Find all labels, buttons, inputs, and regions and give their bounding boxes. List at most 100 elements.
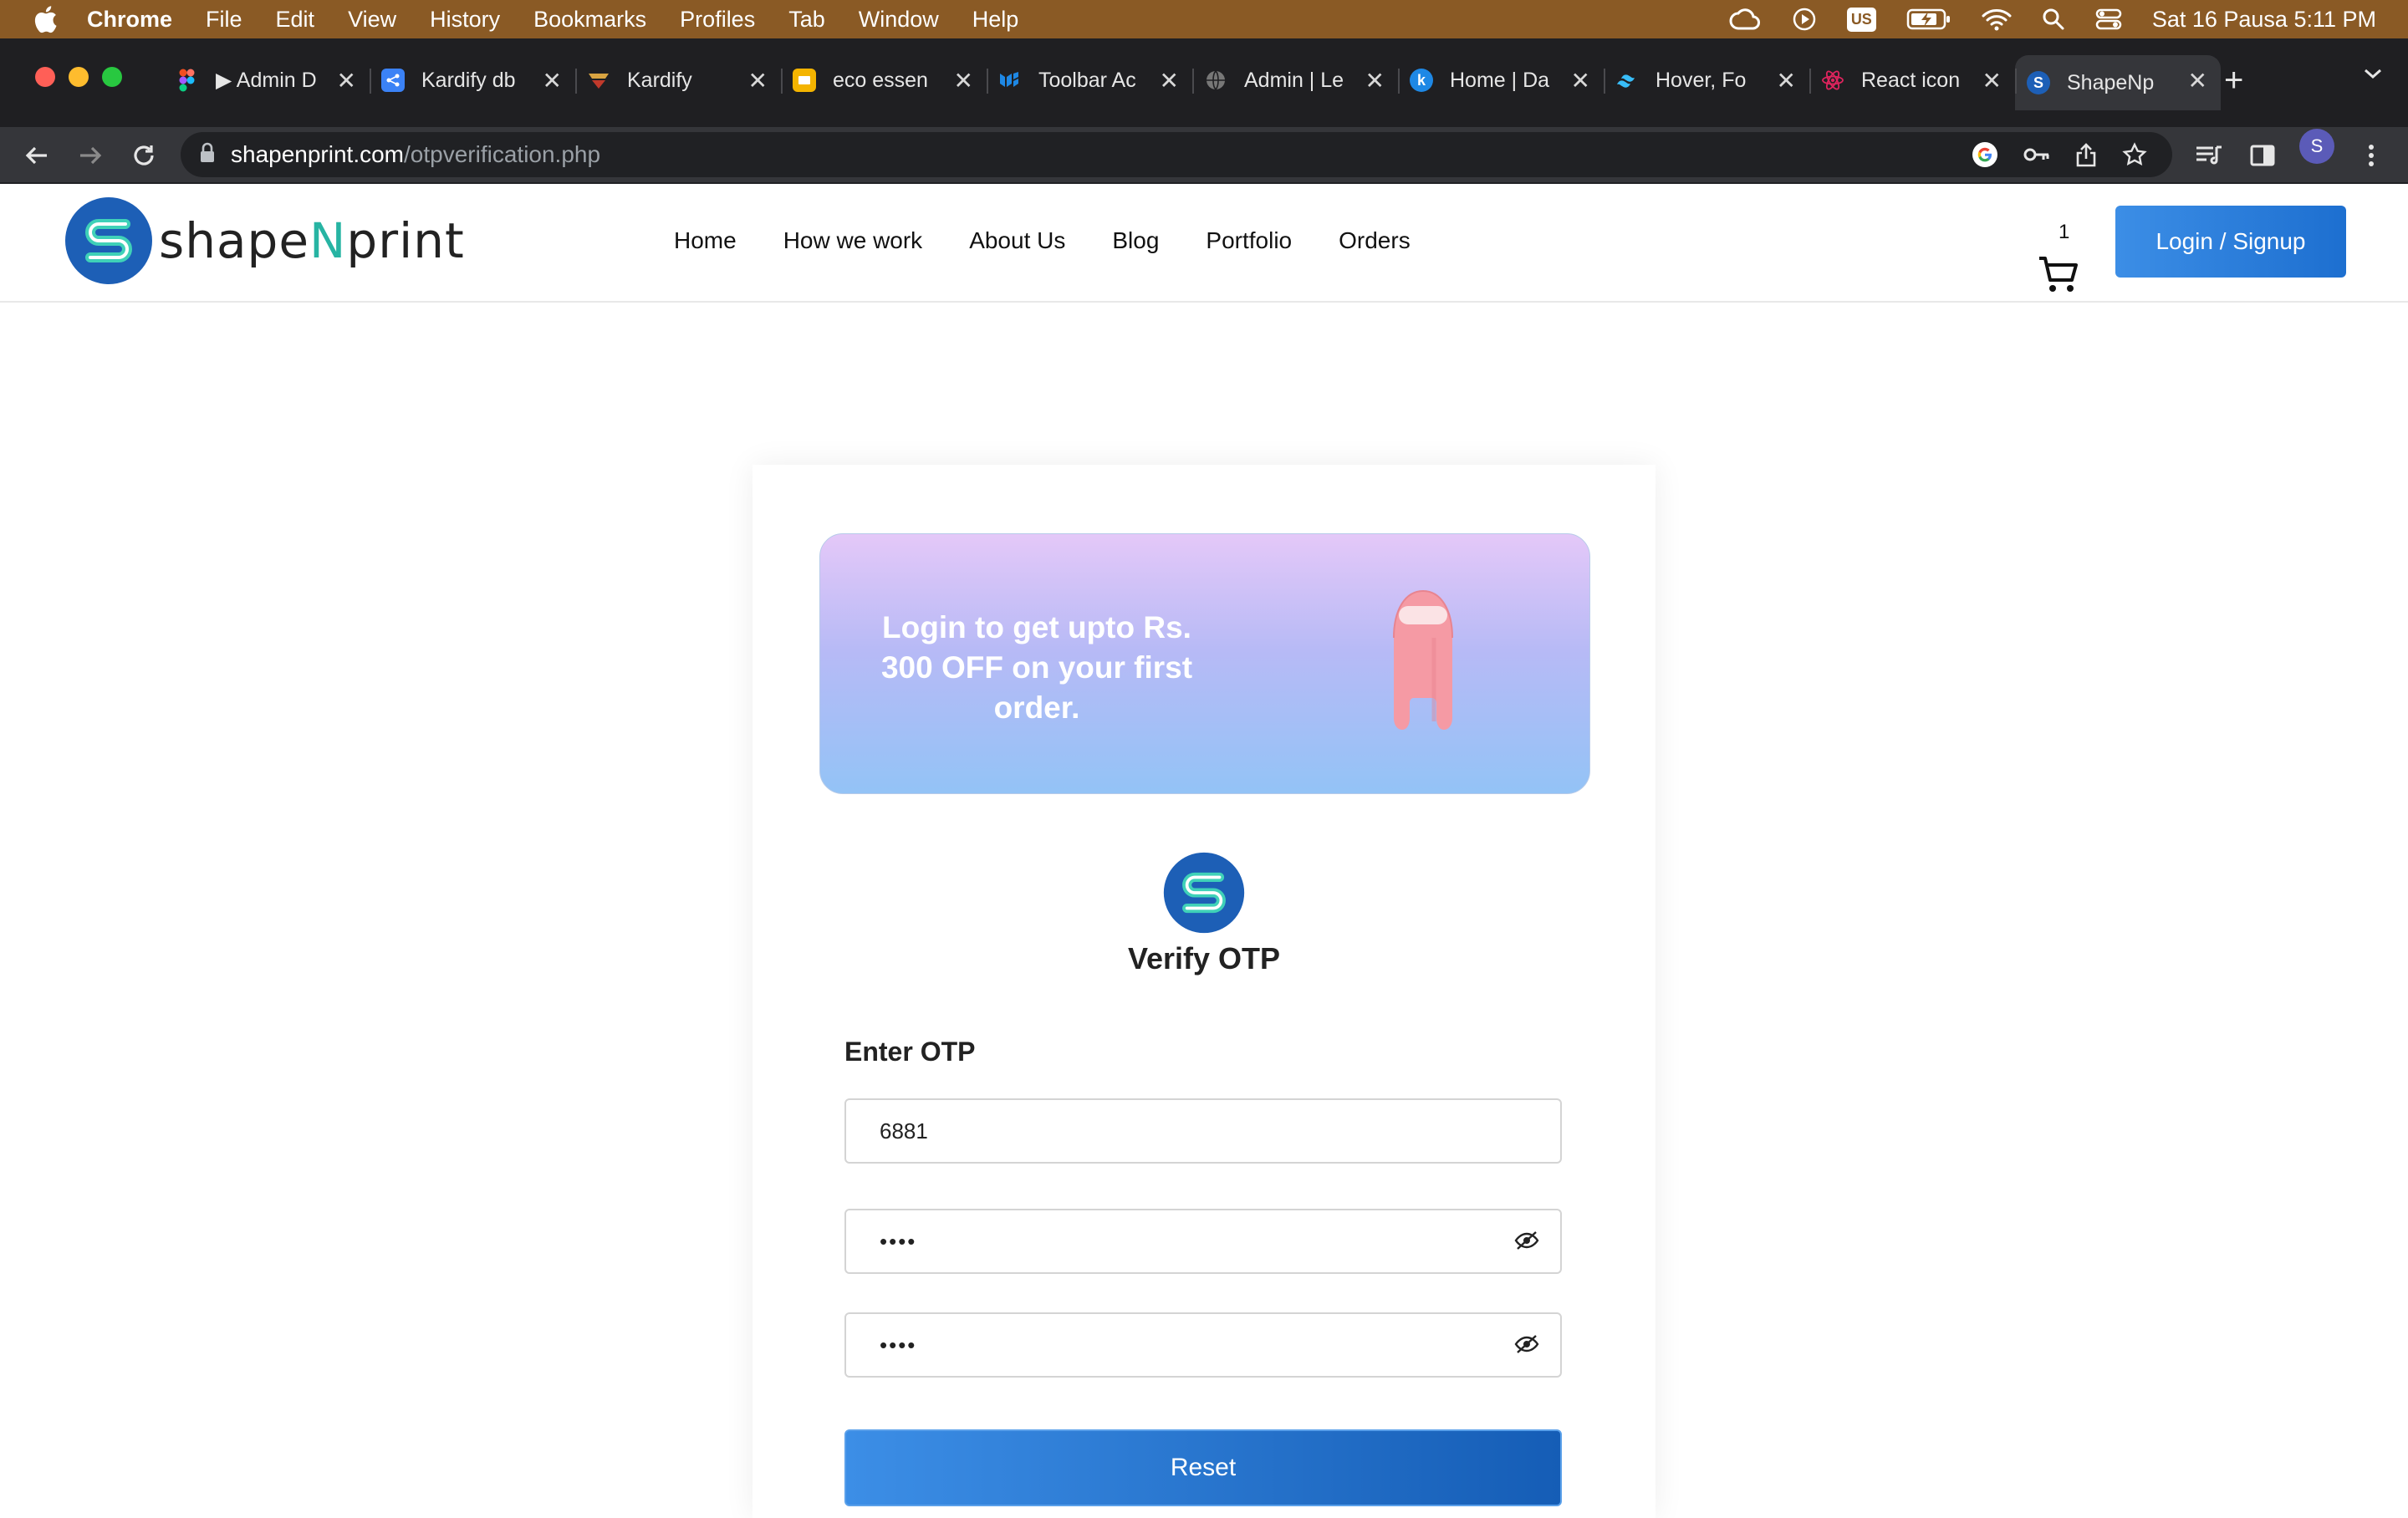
url-path: /otpverification.php [404, 141, 601, 167]
menu-window[interactable]: Window [859, 7, 939, 33]
cart-button[interactable]: 1 [2037, 204, 2087, 292]
reset-button[interactable]: Reset [844, 1429, 1562, 1506]
profile-avatar[interactable]: S [2299, 129, 2334, 164]
tab-react-icons[interactable]: React icon ✕ [1809, 55, 2015, 105]
tab-toolbar-actions[interactable]: Toolbar Ac ✕ [987, 55, 1192, 105]
close-icon[interactable]: ✕ [337, 67, 356, 94]
reading-list-icon[interactable] [2192, 139, 2226, 172]
tab-title: Home | Da [1450, 68, 1550, 92]
battery-icon[interactable] [1906, 8, 1951, 30]
more-menu-icon[interactable] [2354, 139, 2388, 172]
k-icon: k [1410, 69, 1433, 92]
otp-card: Login to get upto Rs. 300 OFF on your fi… [752, 465, 1656, 1518]
input-source-icon[interactable]: US [1846, 7, 1876, 32]
share-icon[interactable] [2075, 142, 2097, 167]
creative-cloud-icon[interactable] [1728, 7, 1762, 32]
new-password-input[interactable] [844, 1209, 1562, 1274]
tab-kardify-db[interactable]: Kardify db ✕ [370, 55, 575, 105]
otp-input[interactable] [844, 1098, 1562, 1164]
play-circle-icon[interactable] [1792, 7, 1817, 32]
tab-shapenprint[interactable]: S ShapeNpri ✕ [2015, 55, 2221, 110]
tab-title: React icon [1861, 68, 1961, 92]
tab-title: Toolbar Ac [1038, 68, 1136, 92]
menubar-clock[interactable]: Sat 16 Pausa 5:11 PM [2152, 7, 2376, 33]
new-tab-icon[interactable]: + [2224, 62, 2243, 99]
back-arrow-icon[interactable] [20, 139, 54, 172]
tab-kardify[interactable]: Kardify ✕ [575, 55, 781, 105]
url-text[interactable]: shapenprint.com/otpverification.php [231, 141, 600, 168]
close-icon[interactable]: ✕ [1365, 67, 1385, 94]
reload-icon[interactable] [127, 139, 161, 172]
nav-how-we-work[interactable]: How we work [783, 227, 922, 254]
nav-blog[interactable]: Blog [1112, 227, 1159, 254]
tailwind-icon [1615, 69, 1639, 92]
control-center-icon[interactable] [2095, 8, 2122, 31]
tab-title: Hover, Fo [1656, 68, 1747, 92]
window-close-button[interactable] [35, 67, 55, 87]
close-icon[interactable]: ✕ [543, 67, 562, 94]
wifi-icon[interactable] [1982, 8, 2012, 31]
logo-text-print: print [346, 212, 465, 269]
bookmark-star-icon[interactable] [2122, 142, 2147, 167]
menu-history[interactable]: History [430, 7, 500, 33]
forward-arrow-icon[interactable] [74, 139, 107, 172]
tab-admin-dashboard[interactable]: ▶ Admin D ✕ [164, 55, 370, 105]
close-icon[interactable]: ✕ [1982, 67, 2002, 94]
key-icon[interactable] [2023, 146, 2050, 163]
browser-toolbar: shapenprint.com/otpverification.php [0, 127, 2408, 184]
menu-help[interactable]: Help [972, 7, 1019, 33]
close-icon[interactable]: ✕ [1777, 67, 1796, 94]
apple-icon[interactable] [28, 3, 62, 36]
close-icon[interactable]: ✕ [2188, 67, 2207, 94]
menu-view[interactable]: View [348, 7, 396, 33]
tab-admin-le[interactable]: Admin | Le ✕ [1192, 55, 1398, 105]
nav-about-us[interactable]: About Us [969, 227, 1065, 254]
menu-edit[interactable]: Edit [276, 7, 315, 33]
share-icon [381, 69, 405, 92]
tab-title: ▶ Admin D [216, 69, 316, 92]
logo-text-shape: shape [159, 212, 310, 269]
menu-app-name[interactable]: Chrome [87, 7, 172, 33]
menu-tab[interactable]: Tab [788, 7, 825, 33]
confirm-password-input[interactable] [844, 1312, 1562, 1378]
logo-wordmark: shapeNprint [159, 212, 465, 269]
chrome-tab-strip: ▶ Admin D ✕ Kardify db ✕ Kardify ✕ eco e… [0, 38, 2408, 127]
kardify-icon [587, 69, 610, 92]
lock-icon[interactable] [199, 142, 216, 168]
tab-title: Kardify db [421, 68, 516, 92]
close-icon[interactable]: ✕ [1160, 67, 1179, 94]
input-source-label: US [1846, 7, 1876, 32]
eye-slash-icon[interactable] [1512, 1225, 1542, 1256]
logo-text-n: N [309, 212, 347, 269]
otp-label: Enter OTP [844, 1037, 976, 1067]
side-panel-icon[interactable] [2246, 139, 2279, 172]
address-bar[interactable]: shapenprint.com/otpverification.php [181, 132, 2172, 177]
close-icon[interactable]: ✕ [748, 67, 768, 94]
main-nav: Home How we work About Us Blog Portfolio… [674, 227, 1457, 254]
nav-portfolio[interactable]: Portfolio [1206, 227, 1292, 254]
tab-hover-focus[interactable]: Hover, Fo ✕ [1604, 55, 1809, 105]
site-header: shapeNprint Home How we work About Us Bl… [0, 184, 2408, 303]
close-icon[interactable]: ✕ [954, 67, 973, 94]
tab-title: ShapeNpri [2067, 70, 2154, 94]
window-zoom-button[interactable] [102, 67, 122, 87]
mascot-figure-icon [1393, 589, 1453, 730]
nav-home[interactable]: Home [674, 227, 737, 254]
close-icon[interactable]: ✕ [1571, 67, 1590, 94]
menu-profiles[interactable]: Profiles [680, 7, 755, 33]
tab-eco-essentials[interactable]: eco essen ✕ [781, 55, 987, 105]
google-icon[interactable] [1972, 141, 1998, 168]
window-minimize-button[interactable] [69, 67, 89, 87]
promo-text: Login to get upto Rs. 300 OFF on your fi… [880, 610, 1193, 725]
nav-orders[interactable]: Orders [1339, 227, 1411, 254]
chevron-down-icon[interactable] [2363, 67, 2383, 84]
tab-title: Admin | Le [1244, 68, 1344, 92]
menu-bookmarks[interactable]: Bookmarks [533, 7, 646, 33]
tab-home-dashboard[interactable]: k Home | Da ✕ [1398, 55, 1604, 105]
tab-title: Kardify [627, 68, 692, 92]
eye-slash-icon[interactable] [1512, 1329, 1542, 1359]
spotlight-search-icon[interactable] [2042, 8, 2065, 31]
site-logo[interactable]: shapeNprint [64, 196, 465, 286]
menu-file[interactable]: File [206, 7, 242, 33]
login-signup-button[interactable]: Login / Signup [2115, 206, 2346, 278]
